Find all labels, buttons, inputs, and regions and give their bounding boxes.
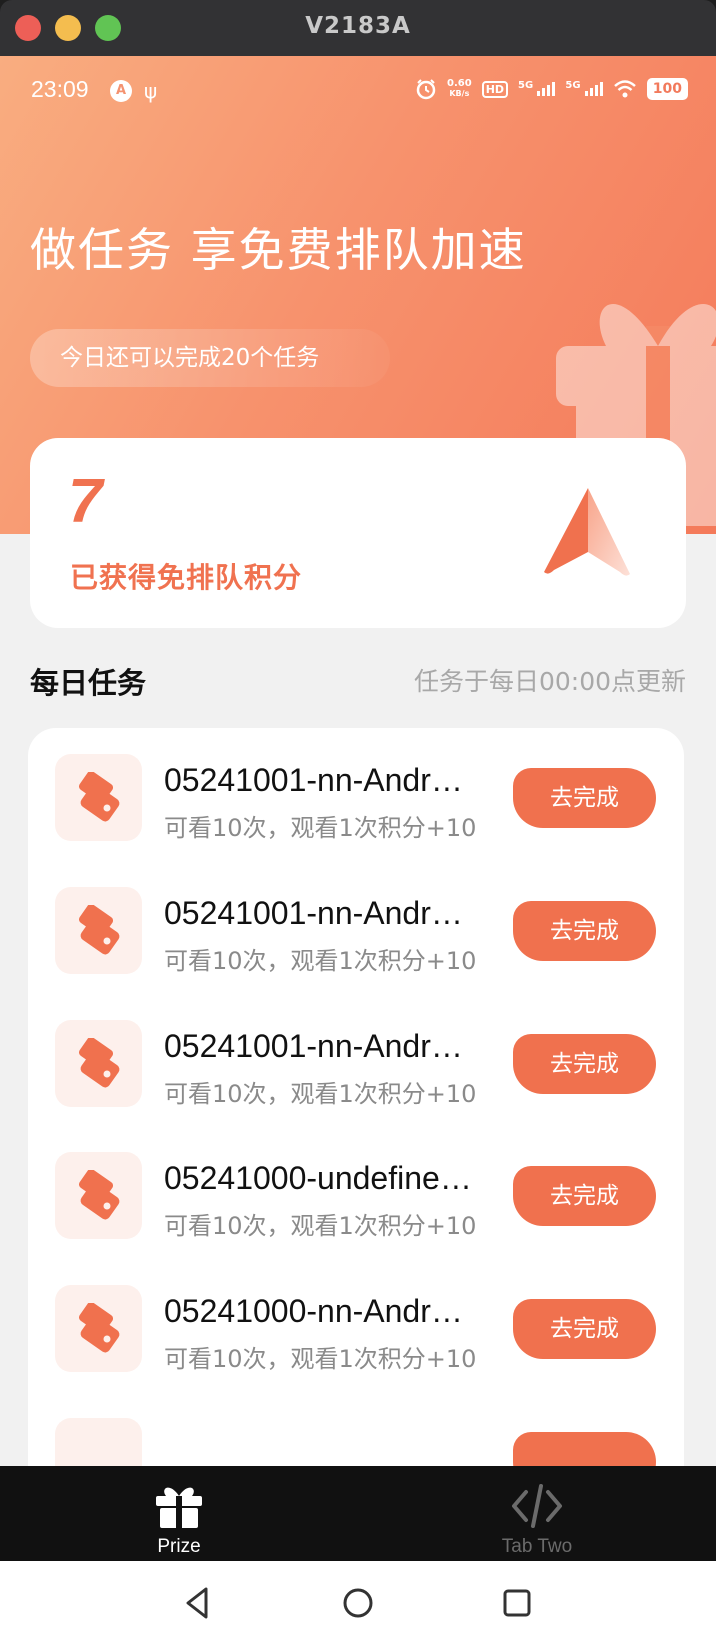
task-item: 05241001-nn-Andr… 可看10次，观看1次积分+10 去完成: [28, 994, 684, 1114]
coupon-icon: [78, 1038, 120, 1088]
task-subtitle: 可看10次，观看1次积分+10: [164, 1345, 477, 1373]
battery-icon: 100: [646, 78, 688, 100]
phone-screen: 23:09 A ψ 0.60 KB/s HD 5G 5G 100 做任务 享免费…: [0, 56, 716, 1648]
status-right-icons: 0.60 KB/s HD 5G 5G 100: [415, 78, 688, 100]
android-nav-bar: [0, 1561, 716, 1648]
status-left-icons: A ψ: [110, 80, 157, 102]
coupon-icon: [78, 1303, 120, 1353]
task-icon-box: [55, 754, 142, 841]
task-title: 05241001-nn-Andr…: [164, 762, 463, 798]
task-icon-box: [55, 887, 142, 974]
hero-title: 做任务 享免费排队加速: [30, 223, 527, 277]
complete-task-button[interactable]: 去完成: [513, 768, 656, 828]
wifi-icon: [613, 80, 636, 98]
task-item: 05241001-nn-Andr… 可看10次，观看1次积分+10 去完成: [28, 728, 684, 848]
coupon-icon: [78, 905, 120, 955]
tab-two[interactable]: Tab Two: [358, 1466, 716, 1561]
signal-icon: 5G: [518, 80, 556, 99]
recents-icon[interactable]: [497, 1583, 537, 1623]
status-time: 23:09: [31, 76, 89, 102]
task-subtitle: 可看10次，观看1次积分+10: [164, 814, 477, 842]
quota-pill: 今日还可以完成20个任务: [30, 329, 390, 387]
task-title: 05241000-nn-Andr…: [164, 1293, 463, 1329]
complete-task-button[interactable]: 去完成: [513, 1166, 656, 1226]
task-subtitle: 可看10次，观看1次积分+10: [164, 1080, 477, 1108]
task-title: 05241000-undefine…: [164, 1160, 472, 1196]
hd-icon: HD: [481, 80, 509, 98]
daily-tasks-note: 任务于每日00:00点更新: [413, 667, 686, 696]
signal-icon-2: 5G: [565, 80, 603, 99]
paper-plane-icon: [544, 488, 630, 576]
task-subtitle: 可看10次，观看1次积分+10: [164, 947, 477, 975]
gift-icon: [156, 1487, 202, 1528]
back-icon[interactable]: [178, 1583, 218, 1623]
usb-icon: ψ: [144, 79, 158, 103]
task-title: 05241001-nn-Andr…: [164, 1028, 463, 1064]
bottom-tab-bar: Prize Tab Two: [0, 1466, 716, 1561]
complete-task-button[interactable]: 去完成: [513, 1034, 656, 1094]
network-speed: 0.60 KB/s: [447, 78, 472, 99]
task-item: 05241000-nn-Andr… 可看10次，观看1次积分+10 去完成: [28, 1259, 684, 1379]
task-subtitle: 可看10次，观看1次积分+10: [164, 1212, 477, 1240]
code-icon: [512, 1484, 562, 1528]
daily-tasks-title: 每日任务: [30, 666, 147, 700]
task-icon-box: [55, 1152, 142, 1239]
task-icon-box: [55, 1020, 142, 1107]
app-notification-icon: A: [110, 80, 132, 102]
tab-prize[interactable]: Prize: [0, 1466, 358, 1561]
tab-two-label: Tab Two: [501, 1536, 573, 1557]
status-bar: 23:09 A ψ 0.60 KB/s HD 5G 5G 100: [0, 74, 716, 114]
task-item: 05241001-nn-Andr… 可看10次，观看1次积分+10 去完成: [28, 861, 684, 981]
daily-tasks-header: 每日任务 任务于每日00:00点更新: [30, 656, 686, 706]
points-value: 7: [68, 467, 103, 536]
tab-prize-label: Prize: [157, 1536, 201, 1557]
points-card: 7 已获得免排队积分: [30, 438, 686, 628]
window-title: V2183A: [305, 13, 411, 39]
alarm-icon: [416, 79, 436, 100]
coupon-icon: [78, 772, 120, 822]
complete-task-button[interactable]: 去完成: [513, 901, 656, 961]
complete-task-button[interactable]: 去完成: [513, 1299, 656, 1359]
task-title: 05241001-nn-Andr…: [164, 895, 463, 931]
home-icon[interactable]: [338, 1583, 378, 1623]
coupon-icon: [78, 1170, 120, 1220]
task-item: 05241000-undefine… 可看10次，观看1次积分+10 去完成: [28, 1126, 684, 1246]
points-label: 已获得免排队积分: [70, 561, 303, 594]
window-titlebar: V2183A: [0, 0, 716, 56]
task-icon-box: [55, 1285, 142, 1372]
